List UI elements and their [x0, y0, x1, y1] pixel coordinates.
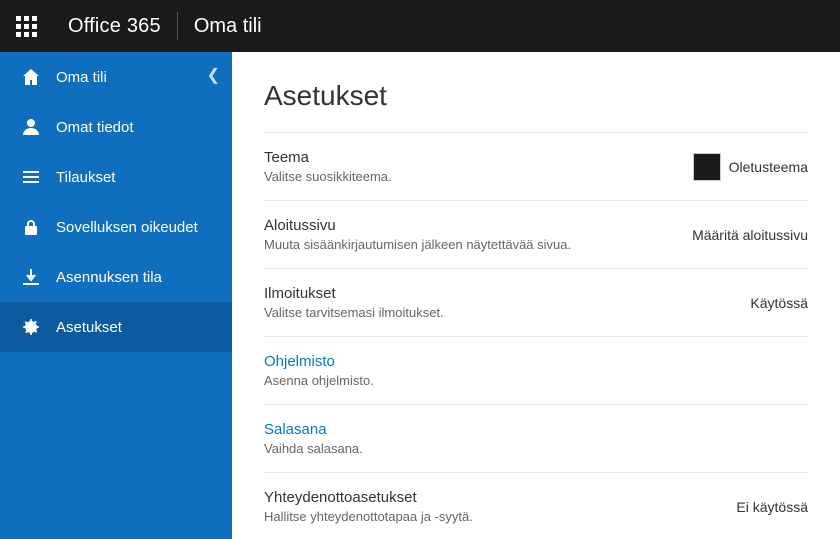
sidebar-collapse-button[interactable]: ❮ — [207, 68, 220, 84]
sidebar-item-sovelluksen-oikeudet[interactable]: Sovelluksen oikeudet — [0, 202, 232, 252]
sidebar-label-omat-tiedot: Omat tiedot — [56, 119, 134, 136]
settings-label-ohjelmisto[interactable]: Ohjelmisto — [264, 353, 788, 370]
home-icon — [20, 66, 42, 88]
settings-label-salasana[interactable]: Salasana — [264, 421, 788, 438]
apps-button[interactable] — [0, 0, 52, 52]
layout: ❮ Oma tili Omat tiedot — [0, 52, 840, 539]
sidebar-item-tilaukset[interactable]: Tilaukset — [0, 152, 232, 202]
sidebar-label-asetukset: Asetukset — [56, 319, 122, 336]
settings-row-aloitussivu: Aloitussivu Muuta sisäänkirjautumisen jä… — [264, 201, 808, 269]
settings-row-ilmoitukset: Ilmoitukset Valitse tarvitsemasi ilmoitu… — [264, 269, 808, 337]
lock-icon — [20, 216, 42, 238]
page-breadcrumb: Oma tili — [178, 15, 278, 38]
sidebar-label-tilaukset: Tilaukset — [56, 169, 115, 186]
sidebar-item-asennuksen-tila[interactable]: Asennuksen tila — [0, 252, 232, 302]
settings-label-ilmoitukset: Ilmoitukset — [264, 285, 730, 302]
settings-desc-salasana: Vaihda salasana. — [264, 441, 788, 456]
settings-row-teema: Teema Valitse suosikkiteema. Oletusteema — [264, 132, 808, 201]
settings-desc-ohjelmisto: Asenna ohjelmisto. — [264, 373, 788, 388]
topbar: Office 365 Oma tili — [0, 0, 840, 52]
sidebar-item-asetukset[interactable]: Asetukset — [0, 302, 232, 352]
app-title: Office 365 — [52, 15, 177, 38]
theme-swatch — [693, 153, 721, 181]
sidebar-label-asennuksen-tila: Asennuksen tila — [56, 269, 162, 286]
sidebar-label-oma-tili: Oma tili — [56, 69, 107, 86]
settings-desc-aloitussivu: Muuta sisäänkirjautumisen jälkeen näytet… — [264, 237, 672, 252]
settings-value-ilmoitukset[interactable]: Käytössä — [750, 295, 808, 311]
sidebar-item-oma-tili[interactable]: Oma tili — [0, 52, 232, 102]
person-icon — [20, 116, 42, 138]
sidebar: ❮ Oma tili Omat tiedot — [0, 52, 232, 539]
settings-label-teema: Teema — [264, 149, 673, 166]
sidebar-label-sovelluksen-oikeudet: Sovelluksen oikeudet — [56, 219, 198, 236]
settings-desc-ilmoitukset: Valitse tarvitsemasi ilmoitukset. — [264, 305, 730, 320]
list-icon — [20, 166, 42, 188]
settings-list: Teema Valitse suosikkiteema. Oletusteema… — [264, 132, 808, 539]
settings-label-aloitussivu: Aloitussivu — [264, 217, 672, 234]
sidebar-item-omat-tiedot[interactable]: Omat tiedot — [0, 102, 232, 152]
settings-desc-teema: Valitse suosikkiteema. — [264, 169, 673, 184]
settings-value-aloitussivu[interactable]: Määritä aloitussivu — [692, 227, 808, 243]
apps-grid-icon — [16, 16, 37, 37]
settings-row-salasana: Salasana Vaihda salasana. — [264, 405, 808, 473]
page-title: Asetukset — [264, 80, 808, 112]
theme-value-label: Oletusteema — [729, 159, 808, 175]
download-icon — [20, 266, 42, 288]
settings-row-yhteydenotto: Yhteydenottoasetukset Hallitse yhteydeno… — [264, 473, 808, 539]
settings-label-yhteydenotto: Yhteydenottoasetukset — [264, 489, 716, 506]
settings-value-teema[interactable]: Oletusteema — [693, 153, 808, 181]
settings-desc-yhteydenotto: Hallitse yhteydenottotapaa ja -syytä. — [264, 509, 716, 524]
gear-icon — [20, 316, 42, 338]
settings-value-yhteydenotto[interactable]: Ei käytössä — [736, 499, 808, 515]
settings-row-ohjelmisto: Ohjelmisto Asenna ohjelmisto. — [264, 337, 808, 405]
main-content: Asetukset Teema Valitse suosikkiteema. O… — [232, 52, 840, 539]
